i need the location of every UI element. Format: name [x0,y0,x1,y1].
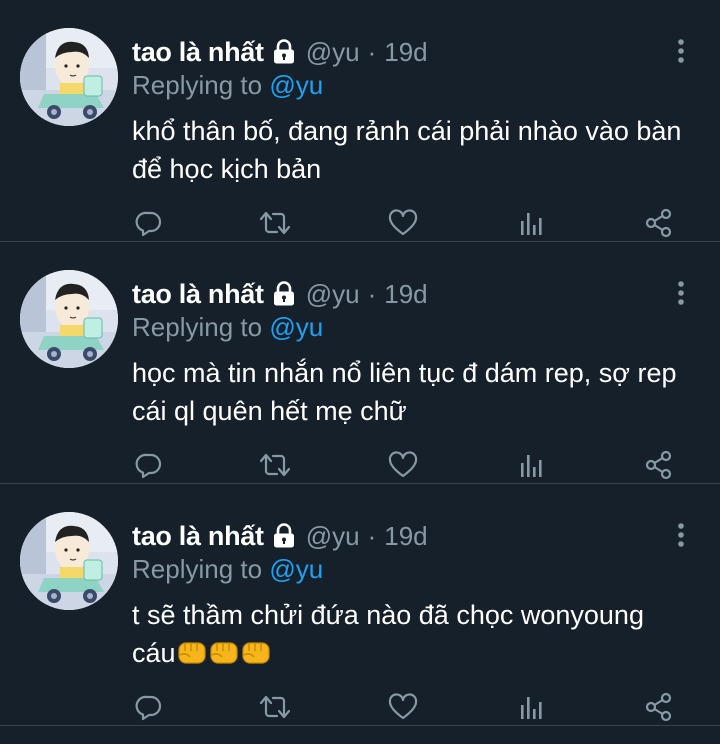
emoji-group [176,638,272,668]
separator: · [367,36,377,67]
tweet-text-content: khổ thân bố, đang rảnh cái phải nhào vào… [132,116,682,184]
avatar[interactable] [20,28,118,126]
share-icon [645,208,672,238]
share-button[interactable] [642,690,676,724]
more-options-button[interactable] [676,522,686,548]
tweet-3[interactable]: tao là nhất @yu · 19d Replying to @yu t … [0,484,720,726]
timestamp[interactable]: 19d [384,521,427,551]
lock-icon [272,281,296,307]
tweet-header: tao là nhất @yu · 19d [132,276,428,312]
tweet-actions [132,206,680,240]
lock-icon [272,523,296,549]
retweet-icon [259,211,291,235]
tweet-meta: @yu · 19d [306,279,428,310]
heart-icon [388,693,418,720]
replying-prefix: Replying to [132,554,263,584]
separator: · [367,520,377,551]
lock-icon [272,39,296,65]
reply-button[interactable] [132,206,166,240]
retweet-icon [259,695,291,719]
timestamp[interactable]: 19d [384,37,427,67]
analytics-icon [521,213,542,235]
share-icon [645,692,672,722]
more-options-button[interactable] [676,280,686,306]
tweet-meta: @yu · 19d [306,521,428,552]
retweet-icon [259,453,291,477]
reply-icon [135,453,162,479]
analytics-button[interactable] [514,448,548,482]
display-name[interactable]: tao là nhất [132,37,264,68]
oncoming-fist-emoji-icon [240,637,272,667]
tweet-text: khổ thân bố, đang rảnh cái phải nhào vào… [132,112,692,188]
more-options-button[interactable] [676,38,686,64]
replying-to: Replying to @yu [132,70,323,101]
tweet-meta: @yu · 19d [306,37,428,68]
replying-to: Replying to @yu [132,554,323,585]
separator: · [367,278,377,309]
replying-to: Replying to @yu [132,312,323,343]
more-vertical-icon [678,39,684,63]
replying-handle-link[interactable]: @yu [269,312,323,342]
tweet-text: học mà tin nhắn nổ liên tục đ dám rep, s… [132,354,692,430]
analytics-button[interactable] [514,690,548,724]
reply-button[interactable] [132,448,166,482]
share-icon [645,450,672,480]
tweet-text: t sẽ thầm chửi đứa nào đã chọc wonyoung … [132,596,692,672]
display-name[interactable]: tao là nhất [132,521,264,552]
share-button[interactable] [642,206,676,240]
retweet-button[interactable] [258,206,292,240]
like-button[interactable] [386,690,420,724]
oncoming-fist-emoji-icon [208,637,240,667]
user-handle[interactable]: @yu [306,37,360,67]
tweet-text-content: học mà tin nhắn nổ liên tục đ dám rep, s… [132,358,677,426]
share-button[interactable] [642,448,676,482]
tweet-header: tao là nhất @yu · 19d [132,518,428,554]
more-vertical-icon [678,523,684,547]
avatar[interactable] [20,512,118,610]
timestamp[interactable]: 19d [384,279,427,309]
replying-prefix: Replying to [132,70,263,100]
heart-icon [388,451,418,478]
like-button[interactable] [386,448,420,482]
reply-button[interactable] [132,690,166,724]
tweet-header: tao là nhất @yu · 19d [132,34,428,70]
replying-prefix: Replying to [132,312,263,342]
retweet-button[interactable] [258,448,292,482]
tweet-actions [132,448,680,482]
user-handle[interactable]: @yu [306,279,360,309]
more-vertical-icon [678,281,684,305]
oncoming-fist-emoji-icon [176,637,208,667]
display-name[interactable]: tao là nhất [132,279,264,310]
reply-icon [135,211,162,237]
analytics-icon [521,697,542,719]
tweet-2[interactable]: tao là nhất @yu · 19d Replying to @yu họ… [0,242,720,484]
heart-icon [388,209,418,236]
tweet-actions [132,690,680,724]
like-button[interactable] [386,206,420,240]
analytics-button[interactable] [514,206,548,240]
avatar[interactable] [20,270,118,368]
replying-handle-link[interactable]: @yu [269,70,323,100]
replying-handle-link[interactable]: @yu [269,554,323,584]
user-handle[interactable]: @yu [306,521,360,551]
reply-icon [135,695,162,721]
tweet-1[interactable]: tao là nhất @yu · 19d Replying to @yu kh… [0,0,720,242]
retweet-button[interactable] [258,690,292,724]
analytics-icon [521,455,542,477]
